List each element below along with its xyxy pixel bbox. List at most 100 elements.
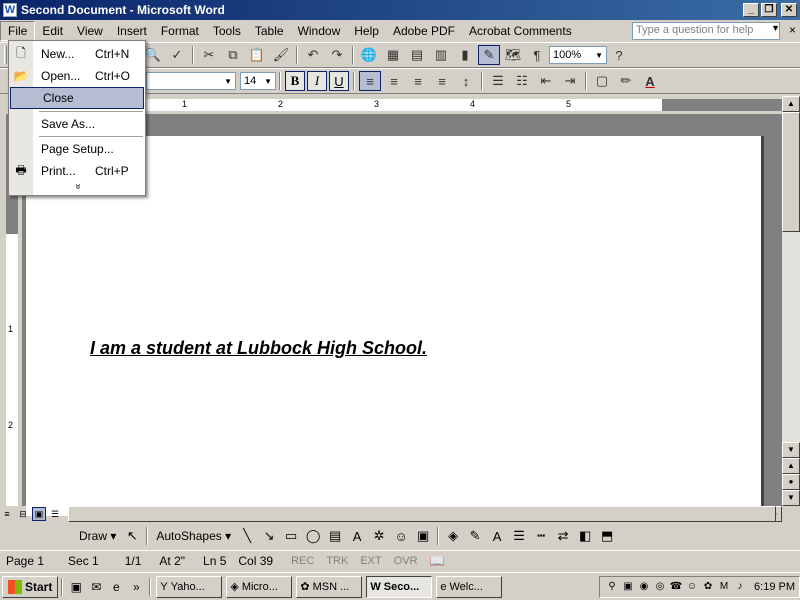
font-size-select[interactable]: 14 ▼	[240, 72, 276, 90]
document-map-icon[interactable]: 🗺	[502, 45, 524, 65]
previous-page-icon[interactable]: ▲	[782, 458, 800, 474]
copy-icon[interactable]: ⧉	[222, 45, 244, 65]
menu-acrobat-comments[interactable]: Acrobat Comments	[462, 22, 579, 40]
normal-view-icon[interactable]: ≡	[0, 507, 14, 521]
shadow-style-icon[interactable]: ◧	[575, 527, 595, 545]
internet-explorer-icon[interactable]: e	[106, 577, 126, 597]
horizontal-scrollbar[interactable]: ≡ ⊟ ▣ ☰ ▶	[0, 506, 782, 522]
tray-app-icon[interactable]: ☎	[668, 581, 684, 592]
line-spacing-icon[interactable]: ↕	[455, 71, 477, 91]
format-painter-icon[interactable]: 🖌	[270, 45, 292, 65]
clip-art-icon[interactable]: ☺	[391, 527, 411, 545]
italic-button[interactable]: I	[307, 71, 327, 91]
font-name-select[interactable]: ▼	[146, 72, 236, 90]
align-left-icon[interactable]: ≡	[359, 71, 381, 91]
undo-icon[interactable]: ↶	[302, 45, 324, 65]
menu-item-save-as[interactable]: Save As...	[9, 113, 145, 135]
menu-format[interactable]: Format	[154, 22, 206, 40]
web-layout-icon[interactable]: ⊟	[16, 507, 30, 521]
menu-item-print[interactable]: 🖶 Print... Ctrl+P	[9, 160, 145, 182]
tables-borders-icon[interactable]: ▦	[382, 45, 404, 65]
horizontal-scroll-thumb[interactable]	[68, 506, 776, 522]
line-icon[interactable]: ╲	[237, 527, 257, 545]
paste-icon[interactable]: 📋	[246, 45, 268, 65]
fill-color-icon[interactable]: ◈	[443, 527, 463, 545]
oval-icon[interactable]: ◯	[303, 527, 323, 545]
menu-table[interactable]: Table	[248, 22, 291, 40]
numbering-icon[interactable]: ☰	[487, 71, 509, 91]
vertical-scroll-thumb[interactable]	[782, 112, 800, 232]
menu-view[interactable]: View	[70, 22, 110, 40]
task-button-microsoft[interactable]: ◈ Micro...	[226, 575, 293, 598]
menu-edit[interactable]: Edit	[35, 22, 70, 40]
next-page-icon[interactable]: ▼	[782, 490, 800, 506]
start-button[interactable]: Start	[2, 575, 59, 598]
close-document-button[interactable]: ×	[789, 23, 796, 37]
diagram-icon[interactable]: ✲	[369, 527, 389, 545]
menu-adobe-pdf[interactable]: Adobe PDF	[386, 22, 462, 40]
drawing-icon[interactable]: ✎	[478, 45, 500, 65]
text-box-icon[interactable]: ▤	[325, 527, 345, 545]
bold-button[interactable]: B	[285, 71, 305, 91]
menu-item-open[interactable]: 📂 Open... Ctrl+O	[9, 65, 145, 87]
msn-messenger-icon[interactable]: ✿	[700, 581, 716, 592]
menu-item-close[interactable]: Close	[10, 87, 144, 109]
arrow-icon[interactable]: ↘	[259, 527, 279, 545]
insert-picture-icon[interactable]: ▣	[413, 527, 433, 545]
redo-icon[interactable]: ↷	[326, 45, 348, 65]
menu-item-new[interactable]: 🗋 New... Ctrl+N	[9, 43, 145, 65]
task-button-yahoo[interactable]: Y Yaho...	[156, 575, 223, 598]
menu-insert[interactable]: Insert	[110, 22, 154, 40]
menu-window[interactable]: Window	[291, 22, 348, 40]
line-color-icon[interactable]: ✎	[465, 527, 485, 545]
status-rec[interactable]: REC	[285, 555, 320, 567]
menu-file[interactable]: File	[0, 21, 36, 41]
show-hide-icon[interactable]: ¶	[526, 45, 548, 65]
draw-menu-button[interactable]: Draw ▾	[79, 529, 116, 543]
align-right-icon[interactable]: ≡	[407, 71, 429, 91]
bullets-icon[interactable]: ☷	[511, 71, 533, 91]
task-button-msn[interactable]: ✿ MSN ...	[296, 575, 363, 598]
quick-launch-more-icon[interactable]: »	[126, 577, 146, 597]
borders-icon[interactable]: ▢	[591, 71, 613, 91]
scroll-down-icon[interactable]: ▼	[782, 442, 800, 458]
align-center-icon[interactable]: ≡	[383, 71, 405, 91]
print-layout-icon[interactable]: ▣	[32, 507, 46, 521]
select-objects-icon[interactable]: ↖	[122, 527, 142, 545]
spelling-status-icon[interactable]: 📖	[424, 554, 451, 568]
cut-icon[interactable]: ✂	[198, 45, 220, 65]
highlight-icon[interactable]: ✏	[615, 71, 637, 91]
volume-icon[interactable]: ♪	[732, 581, 748, 592]
insert-table-icon[interactable]: ▤	[406, 45, 428, 65]
hyperlink-icon[interactable]: 🌐	[358, 45, 380, 65]
zoom-select[interactable]: 100% ▼	[549, 46, 607, 64]
rectangle-icon[interactable]: ▭	[281, 527, 301, 545]
increase-indent-icon[interactable]: ⇥	[559, 71, 581, 91]
close-window-button[interactable]: ✕	[781, 3, 797, 17]
outlook-icon[interactable]: ✉	[86, 577, 106, 597]
tray-app-icon[interactable]: ◉	[636, 581, 652, 592]
decrease-indent-icon[interactable]: ⇤	[535, 71, 557, 91]
underline-button[interactable]: U	[329, 71, 349, 91]
font-color-icon[interactable]: A	[639, 71, 661, 91]
line-style-icon[interactable]: ☰	[509, 527, 529, 545]
help-icon[interactable]: ?	[608, 45, 630, 65]
menu-tools[interactable]: Tools	[206, 22, 248, 40]
clock[interactable]: 6:19 PM	[754, 581, 795, 593]
restore-button[interactable]: ❐	[761, 3, 777, 17]
tray-app-icon[interactable]: M	[716, 581, 732, 592]
ask-question-input[interactable]: Type a question for help	[632, 22, 780, 40]
task-button-second-document[interactable]: W Seco...	[366, 575, 433, 598]
draw-font-color-icon[interactable]: A	[487, 527, 507, 545]
arrow-style-icon[interactable]: ⇄	[553, 527, 573, 545]
menu-help[interactable]: Help	[347, 22, 386, 40]
browse-object-icon[interactable]: ●	[782, 474, 800, 490]
scroll-up-icon[interactable]: ▲	[782, 96, 800, 112]
insert-excel-icon[interactable]: ▥	[430, 45, 452, 65]
word-app-icon[interactable]: W	[3, 3, 17, 17]
status-trk[interactable]: TRK	[320, 555, 354, 567]
vertical-scrollbar[interactable]: ▲ ▼ ▲ ● ▼	[782, 96, 800, 506]
status-ovr[interactable]: OVR	[388, 555, 424, 567]
tray-app-icon[interactable]: ▣	[620, 581, 636, 592]
network-icon[interactable]: ⚲	[604, 581, 620, 592]
